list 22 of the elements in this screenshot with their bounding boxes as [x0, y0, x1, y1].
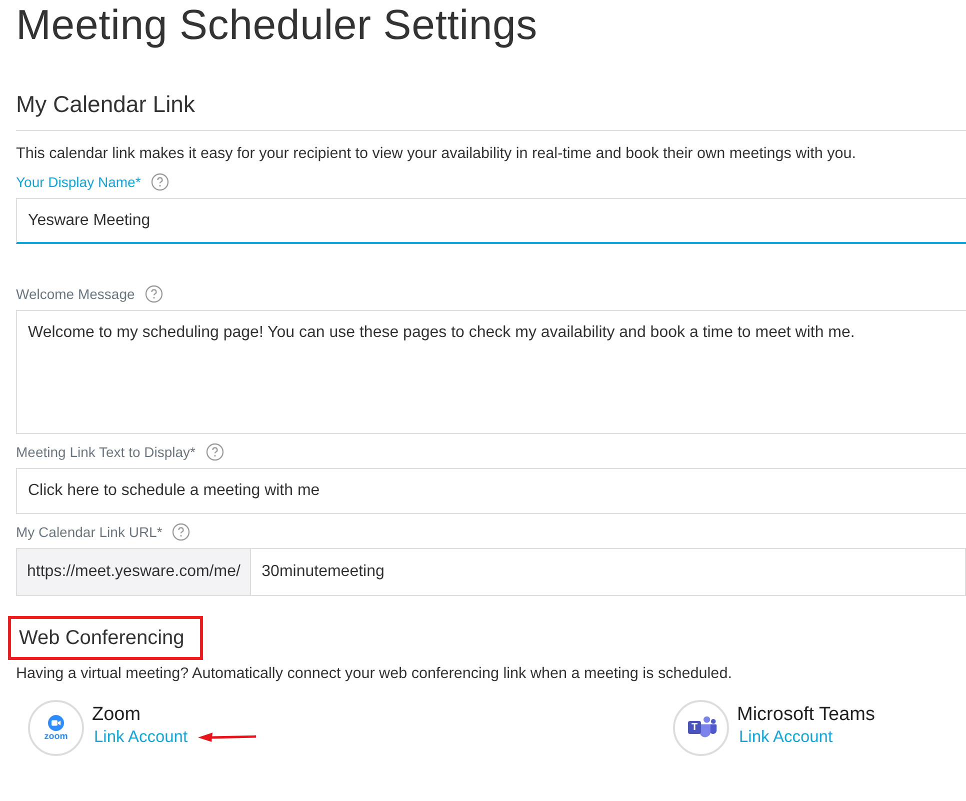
message-field[interactable]: Welcome to my scheduling page! You can use these pages to check my availability and book a time to meet with me.	[16, 310, 966, 434]
input-field[interactable]: Yesware Meeting	[16, 198, 966, 244]
section-heading: My Calendar Link	[16, 90, 196, 118]
field-label: Meeting Link Text to Display*	[16, 444, 196, 460]
help-icon[interactable]	[144, 285, 163, 303]
url-prefix: https://meet.yesware.com/me/	[16, 548, 251, 596]
field-label: Welcome Message	[16, 286, 135, 302]
section-description: Having a virtual meeting? Automatically connect your web conferencing link when a meeting is scheduled.	[16, 664, 733, 684]
help-icon[interactable]	[172, 523, 190, 541]
url-field[interactable]: 30minutemeeting	[250, 548, 966, 596]
integration-name: Zoom	[92, 702, 142, 726]
section-heading: Web Conferencing	[8, 616, 204, 660]
help-icon[interactable]	[150, 173, 169, 191]
page-title: Meeting Scheduler Settings	[16, 0, 538, 50]
help-icon[interactable]	[206, 443, 224, 461]
input-field[interactable]: Click here to schedule a meeting with me	[16, 468, 966, 514]
field-label: My Calendar Link URL*	[16, 524, 162, 540]
logo-icon: zoom	[28, 700, 84, 756]
logo-icon: T	[673, 700, 729, 756]
integration-name: Microsoft Teams	[737, 702, 875, 726]
section-description: This calendar link makes it easy for your recipient to view your availability in real-time and book their own meetings with you.	[16, 144, 858, 164]
field-label: Your Display Name*	[16, 174, 141, 190]
